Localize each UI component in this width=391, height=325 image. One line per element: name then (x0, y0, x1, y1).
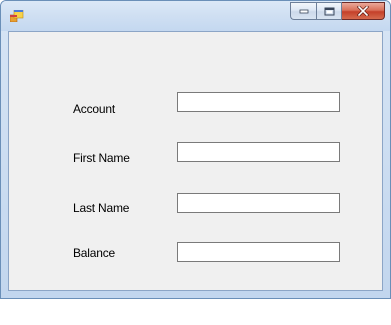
app-window: Account First Name Last Name Balance (0, 0, 391, 299)
account-label: Account (73, 102, 115, 116)
account-field[interactable] (177, 92, 340, 112)
minimize-icon (299, 9, 308, 14)
caption-buttons (290, 2, 385, 21)
balance-label: Balance (73, 246, 115, 260)
title-bar[interactable] (1, 1, 390, 31)
close-button[interactable] (342, 2, 385, 20)
maximize-button[interactable] (316, 2, 342, 20)
first-name-label: First Name (73, 151, 130, 165)
last-name-field[interactable] (177, 193, 340, 213)
maximize-icon (324, 7, 334, 15)
first-name-field[interactable] (177, 142, 340, 162)
balance-field[interactable] (177, 242, 340, 262)
minimize-button[interactable] (290, 2, 316, 20)
form-client-area: Account First Name Last Name Balance (8, 31, 383, 291)
last-name-label: Last Name (73, 201, 130, 215)
close-icon (357, 6, 369, 16)
form-icon[interactable] (10, 10, 24, 22)
